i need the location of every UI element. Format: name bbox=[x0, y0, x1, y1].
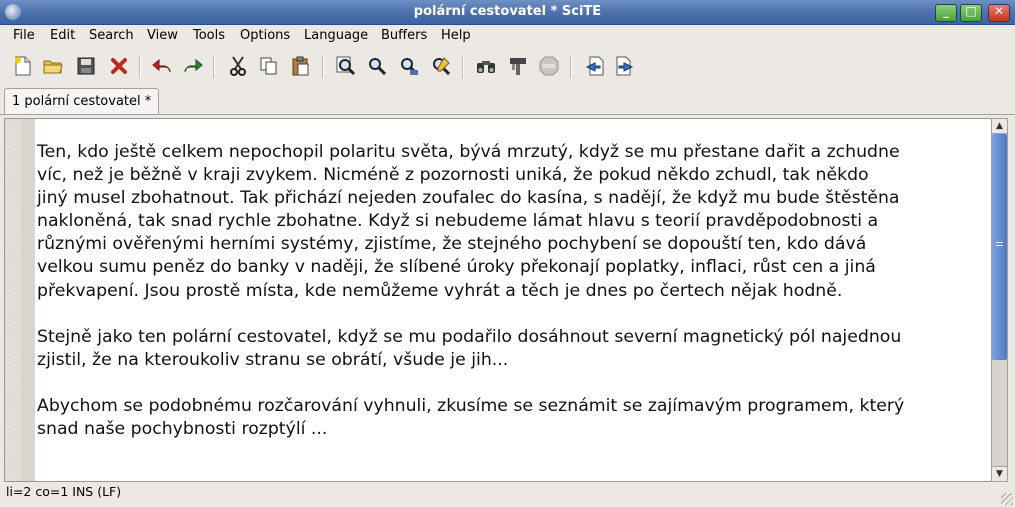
text-line[interactable]: zjistil, že na kteroukoliv stranu se obr… bbox=[37, 349, 982, 372]
toolbar bbox=[0, 50, 1015, 84]
close-file-icon[interactable] bbox=[108, 55, 130, 77]
menu-file[interactable]: File bbox=[13, 28, 35, 43]
text-line[interactable]: Abychom se podobnému rozčarování vyhnuli… bbox=[37, 395, 982, 418]
vertical-scrollbar[interactable]: ▲ ▼ bbox=[991, 118, 1008, 482]
resize-grip-icon[interactable] bbox=[1001, 493, 1013, 505]
fold-margin[interactable] bbox=[21, 119, 35, 481]
build-icon[interactable] bbox=[507, 55, 529, 77]
undo-icon[interactable] bbox=[151, 55, 173, 77]
text-line[interactable]: snad naše pochybnosti rozptýlí ... bbox=[37, 418, 982, 441]
text-line[interactable]: překvapení. Jsou prostě místa, kde nemůž… bbox=[37, 280, 982, 303]
window-title: polární cestovatel * SciTE bbox=[413, 4, 602, 19]
scroll-down-arrow-icon[interactable]: ▼ bbox=[992, 466, 1007, 481]
text-line[interactable]: Ten, kdo ještě celkem nepochopil polarit… bbox=[37, 141, 982, 164]
replace-icon[interactable] bbox=[430, 55, 452, 77]
close-window-button[interactable]: ✕ bbox=[988, 4, 1010, 22]
status-bar: li=2 co=1 INS (LF) bbox=[6, 484, 122, 499]
redo-icon[interactable] bbox=[182, 55, 204, 77]
menu-view[interactable]: View bbox=[147, 28, 178, 43]
paste-icon[interactable] bbox=[290, 55, 312, 77]
minimize-button[interactable]: _ bbox=[935, 4, 957, 22]
stop-icon[interactable] bbox=[538, 55, 560, 77]
menu-search[interactable]: Search bbox=[89, 28, 134, 43]
menu-options[interactable]: Options bbox=[240, 28, 290, 43]
text-line[interactable]: Stejně jako ten polární cestovatel, když… bbox=[37, 326, 982, 349]
editor-text[interactable]: Ten, kdo ještě celkem nepochopil polarit… bbox=[37, 141, 982, 441]
buffer-tabs: 1 polární cestovatel * bbox=[0, 86, 1015, 115]
blank-line[interactable] bbox=[37, 303, 982, 326]
previous-buffer-icon[interactable] bbox=[583, 55, 605, 77]
close-icon: ✕ bbox=[993, 4, 1005, 18]
menu-language[interactable]: Language bbox=[304, 28, 368, 43]
menu-buffers[interactable]: Buffers bbox=[381, 28, 427, 43]
maximize-icon: □ bbox=[965, 4, 977, 18]
tab-polarni-cestovatel[interactable]: 1 polární cestovatel * bbox=[4, 88, 160, 114]
compile-icon[interactable] bbox=[475, 55, 497, 77]
find-in-files-icon[interactable] bbox=[398, 55, 420, 77]
text-line[interactable]: víc, než je běžně v kraji zvykem. Nicmén… bbox=[37, 164, 982, 187]
editor-pane[interactable]: Ten, kdo ještě celkem nepochopil polarit… bbox=[4, 118, 993, 482]
title-bar: polární cestovatel * SciTE _ □ ✕ bbox=[0, 0, 1015, 25]
maximize-button[interactable]: □ bbox=[960, 4, 982, 22]
copy-icon[interactable] bbox=[258, 55, 280, 77]
new-file-icon[interactable] bbox=[12, 55, 34, 77]
find-next-icon[interactable] bbox=[366, 55, 388, 77]
save-icon[interactable] bbox=[75, 55, 97, 77]
next-buffer-icon[interactable] bbox=[614, 55, 636, 77]
text-line[interactable]: jiný musel zbohatnout. Tak přichází neje… bbox=[37, 187, 982, 210]
minimize-icon: _ bbox=[943, 4, 949, 18]
text-line[interactable]: velkou sumu peněz do banky v naději, že … bbox=[37, 256, 982, 279]
scroll-up-arrow-icon[interactable]: ▲ bbox=[992, 119, 1007, 134]
scrollbar-thumb[interactable] bbox=[992, 134, 1007, 360]
menu-tools[interactable]: Tools bbox=[193, 28, 225, 43]
menu-bar: File Edit Search View Tools Options Lang… bbox=[0, 24, 1015, 47]
cut-icon[interactable] bbox=[227, 55, 249, 77]
find-icon[interactable] bbox=[335, 55, 357, 77]
open-folder-icon[interactable] bbox=[42, 55, 64, 77]
menu-edit[interactable]: Edit bbox=[50, 28, 75, 43]
line-margin[interactable] bbox=[5, 119, 35, 481]
blank-line[interactable] bbox=[37, 372, 982, 395]
text-line[interactable]: nakloněná, tak snad rychle zbohatne. Kdy… bbox=[37, 210, 982, 233]
menu-help[interactable]: Help bbox=[441, 28, 471, 43]
grip-icon bbox=[996, 242, 1003, 248]
text-line[interactable]: různými ověřenými herními systémy, zjist… bbox=[37, 233, 982, 256]
